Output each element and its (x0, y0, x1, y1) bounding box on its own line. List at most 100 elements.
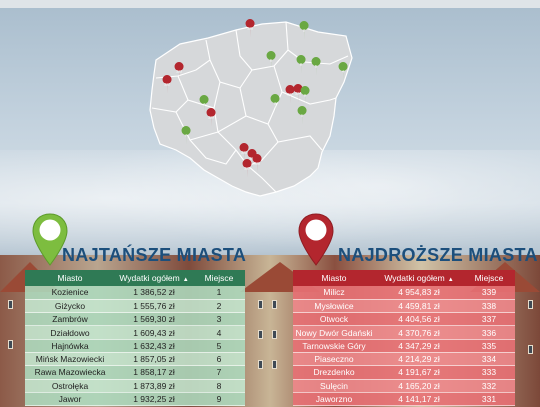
pin-label: 8 (300, 63, 302, 67)
cell-rank: 339 (463, 286, 515, 300)
table-row: Sulęcin 4 165,20 zł 332 (293, 379, 515, 393)
most-expensive-heading: NAJDROŻSZE MIASTA (338, 245, 538, 265)
cell-spend: 4 347,29 zł (375, 339, 463, 353)
cell-city: Mysłowice (293, 299, 375, 314)
window (528, 300, 533, 309)
cell-rank: 9 (193, 392, 245, 407)
window (8, 340, 13, 349)
cell-city: Giżycko (25, 299, 115, 314)
poland-outline (149, 21, 353, 197)
pin-label: 332 (164, 83, 170, 87)
cell-rank: 6 (193, 352, 245, 367)
window (8, 300, 13, 309)
pin-label: 336 (247, 27, 253, 31)
pin-label: 1 (301, 114, 303, 118)
table-row: Ostrołęka 1 873,89 zł 8 (25, 379, 245, 393)
table-row: Nowy Dwór Gdański 4 370,76 zł 336 (293, 325, 515, 340)
pin-label: 336 (254, 162, 260, 166)
window (258, 330, 263, 339)
column-header-spend[interactable]: Wydatki ogółem ▲ (115, 270, 193, 286)
red-map-pin-icon (298, 213, 334, 266)
column-header-city[interactable]: Miasto (25, 270, 115, 286)
cell-city: Rawa Mazowiecka (25, 365, 115, 380)
column-header-city[interactable]: Miasto (293, 270, 375, 286)
table-row: Działdowo 1 609,43 zł 4 (25, 325, 245, 340)
cell-rank: 1 (193, 286, 245, 300)
cell-spend: 4 459,81 zł (375, 299, 463, 314)
pin-label: 5 (315, 65, 317, 69)
pin-label: 333 (176, 70, 182, 74)
table-header-row: Miasto Wydatki ogółem ▲ Miejsce (25, 270, 245, 286)
column-header-rank[interactable]: Miejsce (463, 270, 515, 286)
table-row: Zambrów 1 569,30 zł 3 (25, 312, 245, 327)
cell-spend: 1 932,25 zł (115, 392, 193, 407)
cell-rank: 7 (193, 365, 245, 380)
cell-spend: 4 165,20 zł (375, 379, 463, 393)
table-header-row: Miasto Wydatki ogółem ▲ Miejsce (293, 270, 515, 286)
cell-city: Drezdenko (293, 365, 375, 380)
cell-city: Tarnowskie Góry (293, 339, 375, 353)
sort-icon: ▲ (447, 277, 454, 283)
cell-spend: 1 857,05 zł (115, 352, 193, 367)
cell-rank: 2 (193, 299, 245, 314)
cell-spend: 1 858,17 zł (115, 365, 193, 380)
table-row: Otwock 4 404,56 zł 337 (293, 312, 515, 327)
cell-spend: 4 141,17 zł (375, 392, 463, 407)
column-header-label: Wydatki ogółem (119, 273, 180, 283)
table-row: Jaworzno 4 141,17 zł 331 (293, 392, 515, 407)
cell-city: Ostrołęka (25, 379, 115, 393)
cell-spend: 4 404,56 zł (375, 312, 463, 327)
cell-rank: 8 (193, 379, 245, 393)
cell-spend: 4 370,76 zł (375, 325, 463, 340)
pin-label: 337 (287, 93, 293, 97)
pin-label: 2 (303, 29, 305, 33)
pin-label: 4 (342, 70, 344, 74)
cell-spend: 4 191,67 zł (375, 365, 463, 380)
window (272, 300, 277, 309)
column-header-spend[interactable]: Wydatki ogółem ▲ (375, 270, 463, 286)
pin-label: 6 (270, 59, 272, 63)
cell-city: Piaseczno (293, 352, 375, 367)
cell-city: Mińsk Mazowiecki (25, 352, 115, 367)
cell-spend: 1 873,89 zł (115, 379, 193, 393)
cell-spend: 4 954,83 zł (375, 286, 463, 300)
table-row: Tarnowskie Góry 4 347,29 zł 335 (293, 339, 515, 353)
table-row: Piaseczno 4 214,29 zł 334 (293, 352, 515, 367)
table-row: Giżycko 1 555,76 zł 2 (25, 299, 245, 314)
cell-spend: 1 386,52 zł (115, 286, 193, 300)
cell-rank: 5 (193, 339, 245, 353)
cell-city: Działdowo (25, 325, 115, 340)
pin-label: 335 (244, 167, 250, 171)
cell-rank: 338 (463, 299, 515, 314)
most-expensive-table: Miasto Wydatki ogółem ▲ Miejsce Milicz 4 9… (293, 270, 515, 407)
cell-rank: 335 (463, 339, 515, 353)
window (272, 360, 277, 369)
cell-spend: 1 569,30 zł (115, 312, 193, 327)
cell-city: Kozienice (25, 286, 115, 300)
poland-map: 336 2 6 8 5 4 333 332 7 339 337 334 9 3 … (149, 19, 353, 197)
cell-rank: 336 (463, 325, 515, 340)
table-row: Rawa Mazowiecka 1 858,17 zł 7 (25, 365, 245, 380)
cell-spend: 1 632,43 zł (115, 339, 193, 353)
cell-rank: 332 (463, 379, 515, 393)
cell-rank: 3 (193, 312, 245, 327)
cell-city: Jaworzno (293, 392, 375, 407)
column-header-label: Wydatki ogółem (384, 273, 445, 283)
table-row: Mysłowice 4 459,81 zł 338 (293, 299, 515, 314)
cell-spend: 4 214,29 zł (375, 352, 463, 367)
table-row: Mińsk Mazowiecki 1 857,05 zł 6 (25, 352, 245, 367)
column-header-rank[interactable]: Miejsce (193, 270, 245, 286)
cell-city: Zambrów (25, 312, 115, 327)
pin-label: 339 (208, 116, 214, 120)
window (258, 360, 263, 369)
cell-rank: 333 (463, 365, 515, 380)
cell-city: Jawor (25, 392, 115, 407)
cell-rank: 331 (463, 392, 515, 407)
window (528, 345, 533, 354)
pin-label: 7 (185, 134, 187, 138)
cell-spend: 1 609,43 zł (115, 325, 193, 340)
cheapest-table: Miasto Wydatki ogółem ▲ Miejsce Kozienice… (25, 270, 245, 407)
window (272, 330, 277, 339)
sort-icon: ▲ (182, 277, 189, 283)
cell-spend: 1 555,76 zł (115, 299, 193, 314)
